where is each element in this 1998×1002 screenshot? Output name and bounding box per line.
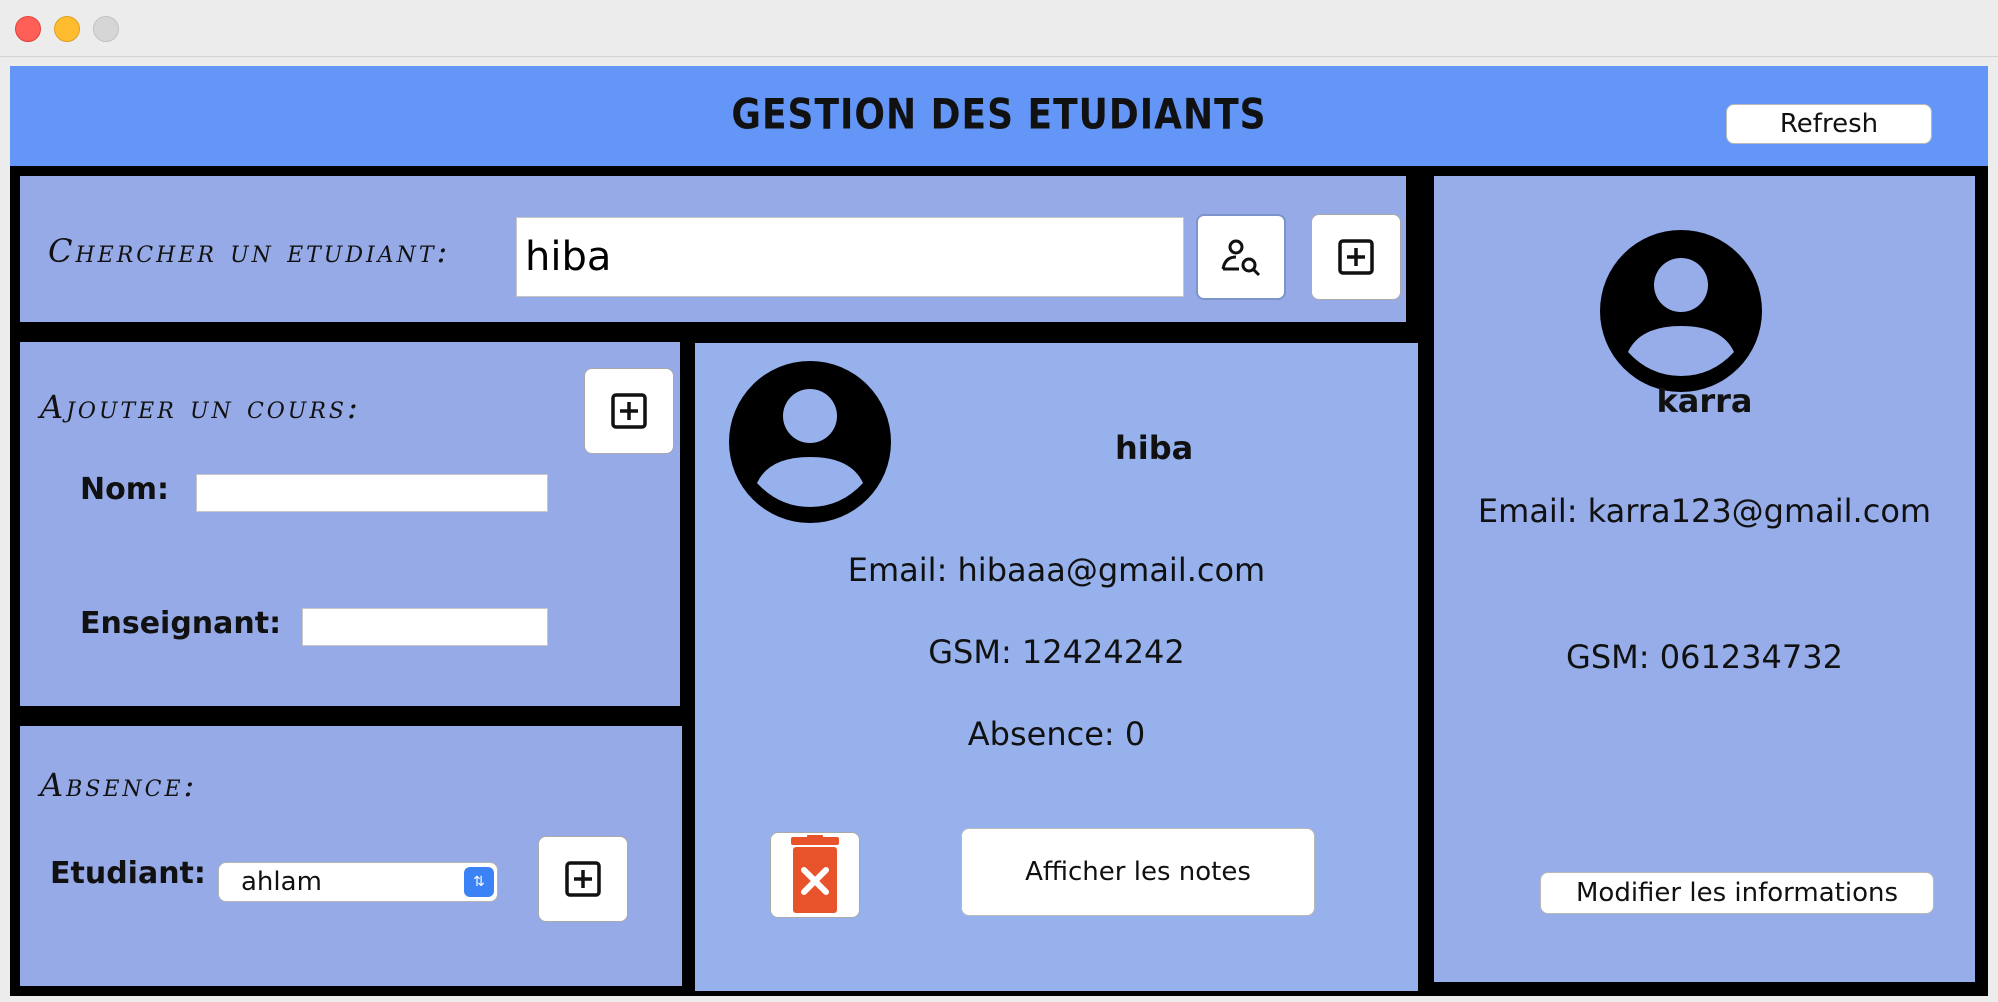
- plus-square-icon: [611, 393, 647, 429]
- search-input[interactable]: hiba: [516, 217, 1184, 297]
- add-student-button[interactable]: [1311, 214, 1401, 300]
- student-detail-panel: hiba Email: hibaaa@gmail.com GSM: 124242…: [695, 343, 1418, 991]
- user-search-icon: [1221, 239, 1261, 277]
- plus-square-icon: [565, 861, 601, 897]
- etudiant-select[interactable]: ahlam ⇅: [218, 862, 498, 902]
- add-absence-button[interactable]: [538, 836, 628, 922]
- search-student-button[interactable]: [1196, 214, 1286, 300]
- refresh-button[interactable]: Refresh: [1726, 104, 1932, 144]
- plus-square-icon: [1338, 239, 1374, 275]
- modify-info-button[interactable]: Modifier les informations: [1540, 872, 1934, 914]
- student-email: Email: hibaaa@gmail.com: [847, 551, 1266, 589]
- app-title: GESTION DES ETUDIANTS: [731, 90, 1267, 140]
- search-panel: Chercher un etudiant: hiba: [20, 176, 1406, 322]
- maximize-window-button[interactable]: [93, 16, 119, 42]
- nom-label: Nom:: [80, 472, 169, 507]
- student-gsm: GSM: 12424242: [928, 633, 1185, 671]
- show-notes-button[interactable]: Afficher les notes: [961, 828, 1315, 916]
- absence-panel: Absence: Etudiant: ahlam ⇅: [20, 726, 682, 986]
- enseignant-input[interactable]: [302, 608, 548, 646]
- search-label: Chercher un etudiant:: [48, 232, 451, 270]
- absence-label: Absence:: [40, 766, 198, 804]
- title-bar: [0, 0, 1998, 57]
- add-course-button[interactable]: [584, 368, 674, 454]
- avatar-icon: [729, 361, 891, 523]
- app-header: GESTION DES ETUDIANTS Refresh: [10, 66, 1988, 166]
- avatar-icon: [1600, 230, 1762, 392]
- student-name: hiba: [1115, 429, 1194, 467]
- enseignant-label: Enseignant:: [80, 606, 282, 641]
- add-course-label: Ajouter un cours:: [40, 388, 361, 426]
- content-area: Chercher un etudiant: hiba Ajouter un co…: [10, 166, 1988, 996]
- minimize-window-button[interactable]: [54, 16, 80, 42]
- profile-panel: karra Email: karra123@gmail.com GSM: 061…: [1434, 176, 1975, 982]
- app-window: GESTION DES ETUDIANTS Refresh Chercher u…: [0, 0, 1998, 1002]
- student-absence: Absence: 0: [967, 715, 1146, 753]
- trash-icon: [791, 835, 839, 913]
- profile-name: karra: [1656, 382, 1753, 420]
- profile-email: Email: karra123@gmail.com: [1477, 492, 1932, 530]
- profile-gsm: GSM: 061234732: [1566, 638, 1843, 676]
- add-course-panel: Ajouter un cours: Nom: Enseignant:: [20, 342, 680, 706]
- close-window-button[interactable]: [15, 16, 41, 42]
- nom-input[interactable]: [196, 474, 548, 512]
- delete-student-button[interactable]: [770, 832, 860, 918]
- chevron-updown-icon: ⇅: [464, 867, 494, 897]
- etudiant-select-value: ahlam: [241, 867, 322, 897]
- etudiant-label: Etudiant:: [50, 856, 206, 891]
